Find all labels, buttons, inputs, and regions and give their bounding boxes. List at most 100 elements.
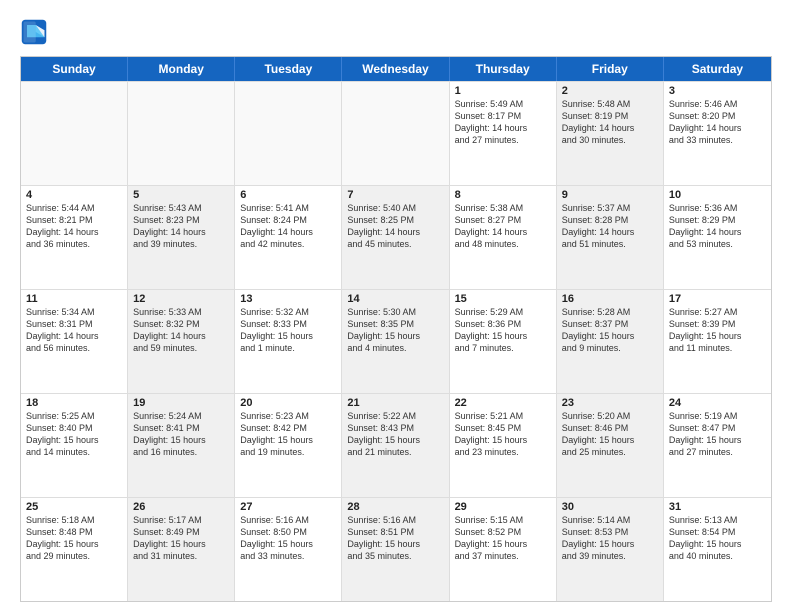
- calendar-cell: [128, 82, 235, 185]
- cell-info: Sunrise: 5:25 AM Sunset: 8:40 PM Dayligh…: [26, 410, 122, 459]
- cell-info: Sunrise: 5:40 AM Sunset: 8:25 PM Dayligh…: [347, 202, 443, 251]
- calendar-cell: 6Sunrise: 5:41 AM Sunset: 8:24 PM Daylig…: [235, 186, 342, 289]
- calendar-cell: 10Sunrise: 5:36 AM Sunset: 8:29 PM Dayli…: [664, 186, 771, 289]
- calendar-cell: 31Sunrise: 5:13 AM Sunset: 8:54 PM Dayli…: [664, 498, 771, 601]
- calendar-body: 1Sunrise: 5:49 AM Sunset: 8:17 PM Daylig…: [21, 81, 771, 601]
- calendar-cell: 9Sunrise: 5:37 AM Sunset: 8:28 PM Daylig…: [557, 186, 664, 289]
- calendar-row: 1Sunrise: 5:49 AM Sunset: 8:17 PM Daylig…: [21, 81, 771, 185]
- calendar-cell: 7Sunrise: 5:40 AM Sunset: 8:25 PM Daylig…: [342, 186, 449, 289]
- calendar: SundayMondayTuesdayWednesdayThursdayFrid…: [20, 56, 772, 602]
- day-number: 7: [347, 189, 443, 201]
- calendar-cell: 20Sunrise: 5:23 AM Sunset: 8:42 PM Dayli…: [235, 394, 342, 497]
- calendar-cell: 13Sunrise: 5:32 AM Sunset: 8:33 PM Dayli…: [235, 290, 342, 393]
- cell-info: Sunrise: 5:38 AM Sunset: 8:27 PM Dayligh…: [455, 202, 551, 251]
- cell-info: Sunrise: 5:20 AM Sunset: 8:46 PM Dayligh…: [562, 410, 658, 459]
- calendar-cell: 1Sunrise: 5:49 AM Sunset: 8:17 PM Daylig…: [450, 82, 557, 185]
- calendar-row: 25Sunrise: 5:18 AM Sunset: 8:48 PM Dayli…: [21, 497, 771, 601]
- cell-info: Sunrise: 5:14 AM Sunset: 8:53 PM Dayligh…: [562, 514, 658, 563]
- page: SundayMondayTuesdayWednesdayThursdayFrid…: [0, 0, 792, 612]
- calendar-cell: [21, 82, 128, 185]
- cell-info: Sunrise: 5:28 AM Sunset: 8:37 PM Dayligh…: [562, 306, 658, 355]
- calendar-cell: 21Sunrise: 5:22 AM Sunset: 8:43 PM Dayli…: [342, 394, 449, 497]
- calendar-row: 11Sunrise: 5:34 AM Sunset: 8:31 PM Dayli…: [21, 289, 771, 393]
- calendar-cell: 4Sunrise: 5:44 AM Sunset: 8:21 PM Daylig…: [21, 186, 128, 289]
- day-number: 3: [669, 85, 766, 97]
- calendar-cell: 14Sunrise: 5:30 AM Sunset: 8:35 PM Dayli…: [342, 290, 449, 393]
- day-number: 18: [26, 397, 122, 409]
- day-number: 5: [133, 189, 229, 201]
- day-number: 25: [26, 501, 122, 513]
- day-number: 24: [669, 397, 766, 409]
- calendar-cell: 8Sunrise: 5:38 AM Sunset: 8:27 PM Daylig…: [450, 186, 557, 289]
- calendar-cell: 22Sunrise: 5:21 AM Sunset: 8:45 PM Dayli…: [450, 394, 557, 497]
- day-number: 4: [26, 189, 122, 201]
- cell-info: Sunrise: 5:16 AM Sunset: 8:50 PM Dayligh…: [240, 514, 336, 563]
- calendar-cell: 15Sunrise: 5:29 AM Sunset: 8:36 PM Dayli…: [450, 290, 557, 393]
- day-number: 19: [133, 397, 229, 409]
- cell-info: Sunrise: 5:15 AM Sunset: 8:52 PM Dayligh…: [455, 514, 551, 563]
- day-number: 9: [562, 189, 658, 201]
- cell-info: Sunrise: 5:48 AM Sunset: 8:19 PM Dayligh…: [562, 98, 658, 147]
- cell-info: Sunrise: 5:34 AM Sunset: 8:31 PM Dayligh…: [26, 306, 122, 355]
- day-number: 27: [240, 501, 336, 513]
- day-number: 13: [240, 293, 336, 305]
- cell-info: Sunrise: 5:16 AM Sunset: 8:51 PM Dayligh…: [347, 514, 443, 563]
- day-number: 14: [347, 293, 443, 305]
- logo-icon: [20, 18, 48, 46]
- calendar-row: 4Sunrise: 5:44 AM Sunset: 8:21 PM Daylig…: [21, 185, 771, 289]
- calendar-cell: 16Sunrise: 5:28 AM Sunset: 8:37 PM Dayli…: [557, 290, 664, 393]
- calendar-cell: 11Sunrise: 5:34 AM Sunset: 8:31 PM Dayli…: [21, 290, 128, 393]
- day-number: 31: [669, 501, 766, 513]
- calendar-cell: 23Sunrise: 5:20 AM Sunset: 8:46 PM Dayli…: [557, 394, 664, 497]
- header: [20, 18, 772, 46]
- calendar-cell: 17Sunrise: 5:27 AM Sunset: 8:39 PM Dayli…: [664, 290, 771, 393]
- header-day-tuesday: Tuesday: [235, 57, 342, 81]
- calendar-cell: 26Sunrise: 5:17 AM Sunset: 8:49 PM Dayli…: [128, 498, 235, 601]
- calendar-cell: 18Sunrise: 5:25 AM Sunset: 8:40 PM Dayli…: [21, 394, 128, 497]
- calendar-cell: [235, 82, 342, 185]
- cell-info: Sunrise: 5:49 AM Sunset: 8:17 PM Dayligh…: [455, 98, 551, 147]
- calendar-cell: 3Sunrise: 5:46 AM Sunset: 8:20 PM Daylig…: [664, 82, 771, 185]
- header-day-saturday: Saturday: [664, 57, 771, 81]
- cell-info: Sunrise: 5:43 AM Sunset: 8:23 PM Dayligh…: [133, 202, 229, 251]
- day-number: 26: [133, 501, 229, 513]
- header-day-sunday: Sunday: [21, 57, 128, 81]
- calendar-cell: 2Sunrise: 5:48 AM Sunset: 8:19 PM Daylig…: [557, 82, 664, 185]
- cell-info: Sunrise: 5:27 AM Sunset: 8:39 PM Dayligh…: [669, 306, 766, 355]
- day-number: 28: [347, 501, 443, 513]
- cell-info: Sunrise: 5:19 AM Sunset: 8:47 PM Dayligh…: [669, 410, 766, 459]
- cell-info: Sunrise: 5:37 AM Sunset: 8:28 PM Dayligh…: [562, 202, 658, 251]
- calendar-cell: [342, 82, 449, 185]
- cell-info: Sunrise: 5:22 AM Sunset: 8:43 PM Dayligh…: [347, 410, 443, 459]
- calendar-header: SundayMondayTuesdayWednesdayThursdayFrid…: [21, 57, 771, 81]
- cell-info: Sunrise: 5:24 AM Sunset: 8:41 PM Dayligh…: [133, 410, 229, 459]
- header-day-monday: Monday: [128, 57, 235, 81]
- calendar-row: 18Sunrise: 5:25 AM Sunset: 8:40 PM Dayli…: [21, 393, 771, 497]
- cell-info: Sunrise: 5:23 AM Sunset: 8:42 PM Dayligh…: [240, 410, 336, 459]
- cell-info: Sunrise: 5:41 AM Sunset: 8:24 PM Dayligh…: [240, 202, 336, 251]
- calendar-cell: 5Sunrise: 5:43 AM Sunset: 8:23 PM Daylig…: [128, 186, 235, 289]
- calendar-cell: 28Sunrise: 5:16 AM Sunset: 8:51 PM Dayli…: [342, 498, 449, 601]
- cell-info: Sunrise: 5:46 AM Sunset: 8:20 PM Dayligh…: [669, 98, 766, 147]
- cell-info: Sunrise: 5:36 AM Sunset: 8:29 PM Dayligh…: [669, 202, 766, 251]
- day-number: 11: [26, 293, 122, 305]
- day-number: 22: [455, 397, 551, 409]
- calendar-cell: 12Sunrise: 5:33 AM Sunset: 8:32 PM Dayli…: [128, 290, 235, 393]
- calendar-cell: 19Sunrise: 5:24 AM Sunset: 8:41 PM Dayli…: [128, 394, 235, 497]
- day-number: 23: [562, 397, 658, 409]
- day-number: 8: [455, 189, 551, 201]
- calendar-cell: 29Sunrise: 5:15 AM Sunset: 8:52 PM Dayli…: [450, 498, 557, 601]
- logo: [20, 18, 52, 46]
- cell-info: Sunrise: 5:30 AM Sunset: 8:35 PM Dayligh…: [347, 306, 443, 355]
- day-number: 15: [455, 293, 551, 305]
- calendar-cell: 25Sunrise: 5:18 AM Sunset: 8:48 PM Dayli…: [21, 498, 128, 601]
- cell-info: Sunrise: 5:32 AM Sunset: 8:33 PM Dayligh…: [240, 306, 336, 355]
- cell-info: Sunrise: 5:13 AM Sunset: 8:54 PM Dayligh…: [669, 514, 766, 563]
- day-number: 1: [455, 85, 551, 97]
- day-number: 10: [669, 189, 766, 201]
- cell-info: Sunrise: 5:18 AM Sunset: 8:48 PM Dayligh…: [26, 514, 122, 563]
- calendar-cell: 27Sunrise: 5:16 AM Sunset: 8:50 PM Dayli…: [235, 498, 342, 601]
- calendar-cell: 24Sunrise: 5:19 AM Sunset: 8:47 PM Dayli…: [664, 394, 771, 497]
- cell-info: Sunrise: 5:21 AM Sunset: 8:45 PM Dayligh…: [455, 410, 551, 459]
- cell-info: Sunrise: 5:29 AM Sunset: 8:36 PM Dayligh…: [455, 306, 551, 355]
